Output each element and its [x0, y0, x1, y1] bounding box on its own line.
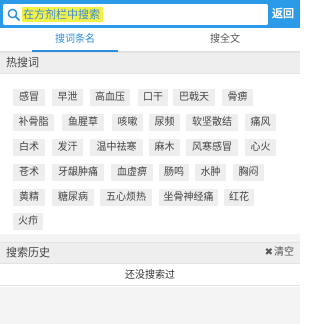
- hot-section-title: 热搜词: [6, 56, 39, 69]
- history-section-title: 搜索历史: [6, 246, 50, 259]
- hot-section-header: 热搜词: [0, 52, 300, 74]
- history-empty-message: 还没搜索过: [0, 266, 300, 286]
- tab-label: 搜词条名: [55, 34, 95, 45]
- bottom-area: [0, 287, 300, 324]
- search-box[interactable]: [3, 4, 268, 25]
- clear-history-button[interactable]: ✖清空: [265, 243, 294, 263]
- top-bar: 返回: [0, 0, 300, 28]
- hot-tag[interactable]: 坐骨神经痛: [159, 189, 218, 206]
- hot-tag[interactable]: 巴戟天: [173, 89, 215, 106]
- close-icon: ✖: [264, 247, 273, 258]
- section-gap: [0, 234, 300, 242]
- tab-label: 搜全文: [210, 34, 240, 45]
- hot-tag[interactable]: 咳嗽: [112, 114, 143, 131]
- hot-tag[interactable]: 尿频: [149, 114, 180, 131]
- hot-tag[interactable]: 麻木: [149, 139, 180, 156]
- tab-search-title[interactable]: 搜词条名: [0, 28, 150, 52]
- hot-tag[interactable]: 牙龈肿痛: [52, 164, 104, 181]
- hot-tag[interactable]: 红花: [224, 189, 254, 206]
- hot-tag[interactable]: 鱼腥草: [62, 114, 104, 131]
- search-input[interactable]: [23, 4, 263, 25]
- hot-tag[interactable]: 苍术: [13, 164, 45, 181]
- hot-tag[interactable]: 风寒感冒: [186, 139, 238, 156]
- hot-tag[interactable]: 软坚散结: [186, 114, 238, 131]
- search-icon: [7, 8, 20, 21]
- hot-tag[interactable]: 补骨脂: [13, 114, 54, 131]
- tab-search-fulltext[interactable]: 搜全文: [150, 28, 300, 51]
- hot-tag[interactable]: 口干: [138, 89, 168, 106]
- hot-tag[interactable]: 感冒: [13, 89, 45, 106]
- hot-tag[interactable]: 心火: [245, 139, 276, 156]
- history-section-header: 搜索历史 ✖清空: [0, 242, 300, 264]
- hot-tag[interactable]: 痛风: [245, 114, 276, 131]
- hot-tag[interactable]: 骨痹: [222, 89, 253, 106]
- hot-tag[interactable]: 血虚痹: [111, 164, 153, 181]
- hot-tag[interactable]: 温中祛寒: [90, 139, 143, 156]
- hot-tag[interactable]: 肠鸣: [159, 164, 189, 181]
- hot-tag[interactable]: 发汗: [52, 139, 83, 156]
- hot-tag[interactable]: 早泄: [52, 89, 83, 106]
- hot-tags-area: 感冒 早泄 高血压 口干 巴戟天 骨痹 补骨脂 鱼腥草 咳嗽 尿频 软坚散结 痛…: [0, 74, 300, 234]
- hot-tag[interactable]: 白术: [13, 139, 45, 156]
- hot-tag[interactable]: 胸闷: [233, 164, 264, 181]
- hot-tag[interactable]: 高血压: [90, 89, 130, 106]
- hot-tag[interactable]: 水肿: [195, 164, 226, 181]
- clear-label: 清空: [274, 247, 294, 258]
- hot-tag[interactable]: 黄精: [13, 189, 45, 206]
- hot-tag[interactable]: 五心烦热: [100, 189, 152, 206]
- tab-bar: 搜词条名 搜全文: [0, 28, 300, 52]
- back-button[interactable]: 返回: [272, 6, 298, 22]
- hot-tag[interactable]: 火疖: [13, 213, 43, 230]
- hot-tag[interactable]: 糖尿病: [52, 189, 94, 206]
